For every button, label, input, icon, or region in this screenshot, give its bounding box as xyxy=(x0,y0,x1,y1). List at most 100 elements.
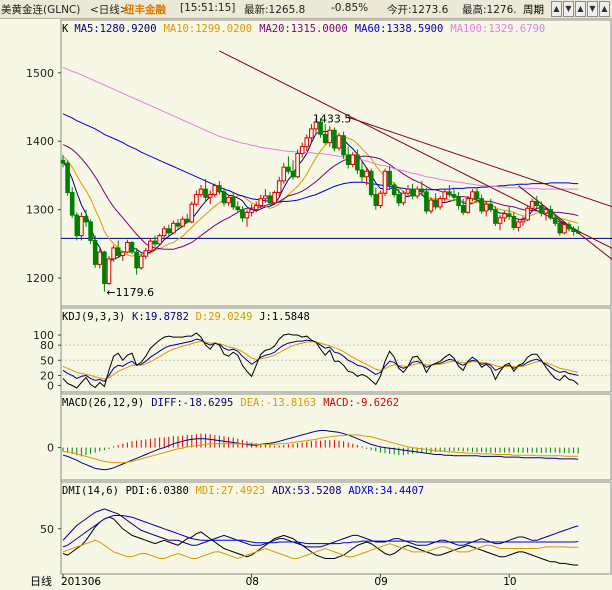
candle-body xyxy=(129,241,135,253)
candle-body xyxy=(309,128,314,139)
candle-body xyxy=(571,228,576,233)
candle-body xyxy=(557,222,563,234)
candle-body xyxy=(447,191,452,196)
candle-body xyxy=(138,255,144,269)
candle-body xyxy=(272,192,277,204)
candle-body xyxy=(217,185,222,193)
legend-item: ADXR:34.4407 xyxy=(348,485,424,497)
candle-body xyxy=(235,206,241,211)
candle-body xyxy=(539,205,544,214)
x-tick-label: 09 xyxy=(374,576,387,588)
y-tick-label: 50 xyxy=(40,523,54,536)
candle-body xyxy=(497,217,503,224)
candle-body xyxy=(221,191,227,204)
candle-body xyxy=(396,194,402,204)
candle-body xyxy=(364,170,369,178)
candle-body xyxy=(470,191,475,200)
y-tick-label: 1200 xyxy=(26,272,54,285)
candle-body xyxy=(479,198,484,212)
y-tick-label: 0 xyxy=(47,442,54,455)
kdj-line-d xyxy=(62,341,579,380)
candle-body xyxy=(92,239,98,265)
candle-body xyxy=(359,169,365,178)
candle-body xyxy=(125,241,130,253)
candle-body xyxy=(483,203,489,212)
candle-body xyxy=(180,218,185,227)
candle-body xyxy=(226,196,231,204)
candle-body xyxy=(525,207,530,221)
candle-body xyxy=(249,209,254,213)
candle-body xyxy=(97,251,103,265)
candle-body xyxy=(474,191,480,200)
candle-body xyxy=(240,209,245,219)
candle-body xyxy=(552,217,558,224)
candle-body xyxy=(152,240,158,245)
candle-body xyxy=(194,194,199,205)
candle-body xyxy=(207,194,213,198)
candle-body xyxy=(575,231,581,234)
candle-body xyxy=(212,185,218,196)
candle-body xyxy=(378,192,383,207)
legend-item: ADX:53.5208 xyxy=(272,485,342,497)
candle-body xyxy=(488,203,494,211)
candle-body xyxy=(134,251,139,269)
legend-item: MA60:1338.5900 xyxy=(355,23,444,35)
legend-item: MA10:1299.0200 xyxy=(164,23,253,35)
candle-body xyxy=(171,222,176,234)
y-tick-label: 1400 xyxy=(26,135,54,148)
candle-body xyxy=(106,258,112,285)
candle-body xyxy=(332,129,337,149)
candle-body xyxy=(506,213,512,217)
kdj-line-k xyxy=(62,338,579,383)
low-annotation: ←1179.6 xyxy=(106,286,154,299)
legend-item: PDI:6.0380 xyxy=(126,485,189,497)
x-tick-label: 10 xyxy=(503,576,516,588)
candle-body xyxy=(120,251,126,256)
candle-body xyxy=(304,137,310,148)
dmi-line-pdi xyxy=(62,516,579,566)
candle-body xyxy=(437,198,443,208)
candle-body xyxy=(373,194,379,207)
candle-body xyxy=(198,188,204,196)
candle-body xyxy=(115,247,121,256)
macd-line-diff xyxy=(62,430,579,471)
candle-body xyxy=(534,200,540,207)
candle-body xyxy=(502,213,507,219)
candle-body xyxy=(88,221,93,241)
chart-canvas[interactable]: 1500 1400 1300 1200 K MA5:1280.9200 MA10:1299.… xyxy=(0,0,612,590)
candle-body xyxy=(336,135,342,149)
candle-body xyxy=(286,166,291,172)
candle-body xyxy=(281,166,287,182)
candle-body xyxy=(401,192,406,204)
candle-body xyxy=(410,188,415,197)
candle-body xyxy=(562,224,567,234)
candle-body xyxy=(511,215,517,228)
candle-body xyxy=(465,198,471,213)
panel-title: K xyxy=(62,23,69,35)
trend-line xyxy=(219,50,612,249)
candle-body xyxy=(263,195,268,200)
candle-body xyxy=(189,203,195,223)
candle-body xyxy=(74,214,80,237)
candle-body xyxy=(65,162,70,194)
x-tick-label: 08 xyxy=(246,576,259,588)
candle-body xyxy=(368,170,374,196)
dmi-line-adxr xyxy=(62,515,579,548)
candle-body xyxy=(157,235,162,245)
candle-body xyxy=(102,251,107,285)
y-tick-label: 1300 xyxy=(26,204,54,217)
candle-body xyxy=(203,188,208,198)
candle-body xyxy=(276,180,282,194)
y-tick-label: 80 xyxy=(40,339,54,352)
candle-body xyxy=(143,250,149,257)
candle-body xyxy=(345,154,351,165)
legend-item: MA20:1315.0000 xyxy=(259,23,348,35)
candle-body xyxy=(322,133,328,144)
candle-body xyxy=(520,219,526,223)
panel-title: DMI(14,6) xyxy=(62,485,119,497)
legend-item: J:1.5848 xyxy=(259,311,310,323)
legend-item: MA5:1280.9200 xyxy=(74,23,156,35)
panel-frame xyxy=(60,19,612,307)
y-tick-label: 0 xyxy=(47,379,54,392)
candle-body xyxy=(230,196,236,208)
